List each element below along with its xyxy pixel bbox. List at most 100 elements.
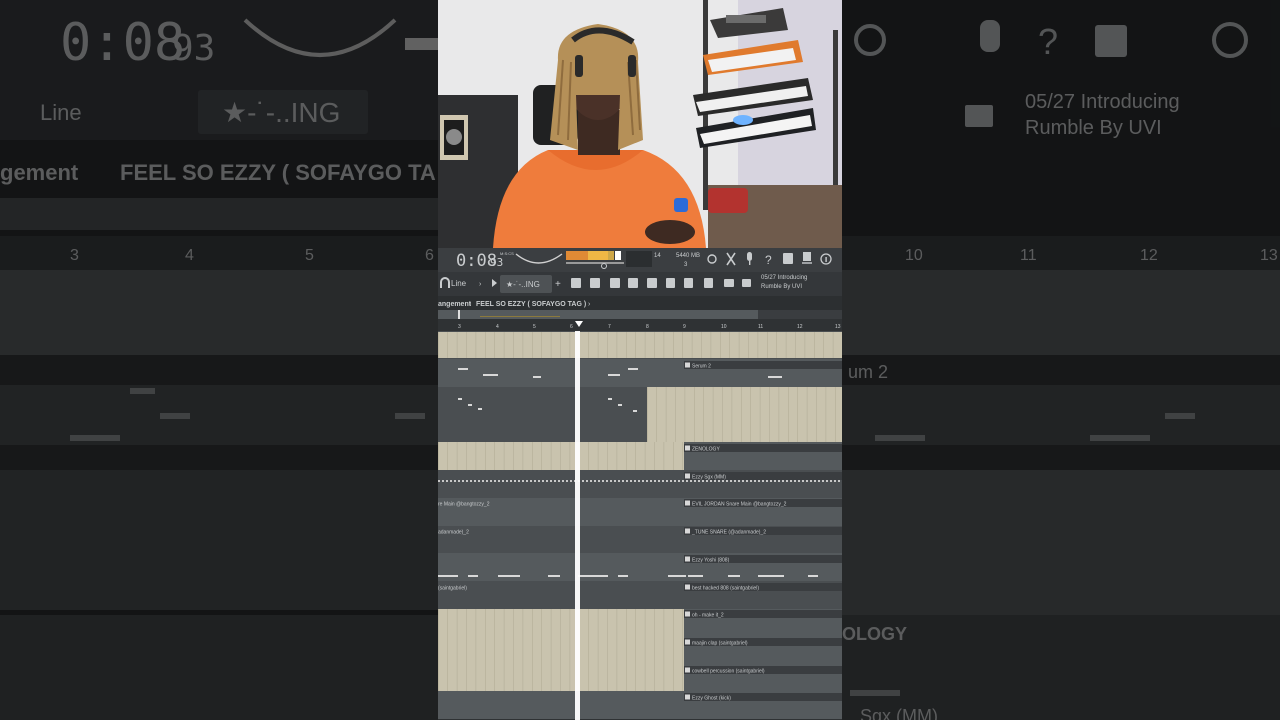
playlist-tracks: Serum 2 ZENOLOGY Ezzy Sgx (MM) EVIL JORDAN … (438, 331, 842, 719)
clip-name: maajin clap (saintgabriel) (692, 641, 748, 647)
note[interactable] (498, 575, 520, 577)
browser-icon[interactable] (647, 278, 657, 288)
snap-icon[interactable] (724, 279, 734, 287)
note[interactable] (483, 374, 498, 376)
bar-number: 5 (533, 324, 536, 330)
bg-track-1: um 2 (848, 362, 888, 382)
clip-menu-icon[interactable] (685, 528, 690, 534)
bar-number: 13 (835, 324, 841, 330)
bg-news-2: Rumble By UVI (1025, 117, 1162, 139)
breadcrumb-section[interactable]: angement (438, 301, 472, 308)
note[interactable] (728, 575, 740, 577)
note[interactable] (608, 374, 620, 376)
piano-roll-icon[interactable] (590, 278, 600, 288)
playhead[interactable] (575, 331, 580, 720)
clip-name: oh - make it_2 (692, 613, 724, 619)
daw-window: 0:08 93 M:S:CS 14 5440 MB 3 ? Line › ★-˙… (438, 248, 842, 720)
note[interactable] (458, 368, 468, 370)
clip-name: Ezzy Ghost (kick) (692, 696, 731, 702)
clip-name: _TUNE SNARE (@adanmade)_2 (691, 530, 766, 536)
clip-name-fragment: (saintgabriel) (438, 586, 467, 592)
bar-number: 8 (646, 324, 649, 330)
bg-snap: Line (40, 100, 82, 125)
note[interactable] (618, 404, 622, 406)
save-icon[interactable] (783, 253, 793, 264)
note[interactable] (608, 398, 612, 400)
bg-track-2: OLOGY (842, 624, 907, 644)
note[interactable] (548, 575, 560, 577)
time-format: M:S:CS (500, 251, 514, 256)
bg-breadcrumb: gement (0, 160, 79, 185)
note[interactable] (578, 575, 608, 577)
channel-rack-icon[interactable] (610, 278, 620, 288)
short-video: 0:08 93 M:S:CS 14 5440 MB 3 ? Line › ★-˙… (438, 0, 842, 720)
note[interactable] (458, 398, 462, 400)
clip-menu-icon[interactable] (685, 667, 690, 673)
audio-clip[interactable] (438, 442, 684, 470)
add-pattern-button[interactable]: + (555, 279, 561, 290)
bar-number: 11 (758, 324, 763, 330)
audio-clip[interactable] (647, 387, 842, 442)
cpu-meter: 14 (654, 253, 661, 259)
note[interactable] (438, 575, 458, 577)
pattern-name: ★-˙-..ING (506, 280, 540, 289)
mic-record-icon[interactable] (684, 278, 693, 288)
clip-name-fragment: adanmade)_2 (438, 530, 469, 536)
time-centiseconds: 93 (490, 256, 503, 269)
clip-name: Ezzy Sgx (MM) (692, 475, 726, 481)
bg-time: 0:08 (60, 13, 185, 73)
note[interactable] (468, 575, 478, 577)
note[interactable] (478, 408, 482, 410)
clip-menu-icon[interactable] (685, 639, 690, 645)
note[interactable] (768, 376, 782, 378)
news-line-2[interactable]: Rumble By UVI (761, 284, 802, 290)
audio-clip[interactable] (438, 609, 684, 691)
note[interactable] (628, 368, 638, 370)
clip-menu-icon[interactable] (685, 473, 690, 479)
project-title: FEEL SO EZZY ( SOFAYGO TAG ) (476, 301, 586, 308)
bar-number: 3 (458, 324, 461, 330)
clip-menu-icon[interactable] (685, 500, 690, 506)
note[interactable] (468, 404, 472, 406)
snap-mode-select[interactable]: Line (451, 279, 467, 288)
note[interactable] (668, 575, 686, 577)
svg-text:12: 12 (1140, 247, 1158, 264)
clip-menu-icon[interactable] (685, 556, 690, 562)
note[interactable] (633, 410, 637, 412)
plugin-database-icon[interactable] (666, 278, 675, 288)
screenshot: 0:08 93 Line ★-˙-..ING gement FEEL SO EZ… (0, 0, 1280, 720)
clip-name: Serum 2 (692, 364, 711, 370)
clip-name: EVIL JORDAN Snare Main @bangtozzy_2 (692, 502, 787, 508)
clip-name: ZENOLOGY (692, 447, 720, 453)
bg-track-3: Sgx (MM) (860, 706, 938, 720)
news-line-1[interactable]: 05/27 Introducing (761, 275, 807, 281)
metronome-icon[interactable] (704, 278, 713, 288)
cart-icon[interactable] (742, 279, 751, 287)
svg-text:10: 10 (905, 247, 923, 264)
clip-menu-icon[interactable] (685, 584, 690, 590)
playlist-icon[interactable] (571, 278, 581, 288)
svg-text:4: 4 (185, 247, 194, 264)
clip-menu-icon[interactable] (685, 611, 690, 617)
clip-menu-icon[interactable] (685, 362, 690, 368)
svg-text:11: 11 (1020, 247, 1037, 264)
note[interactable] (688, 575, 703, 577)
help-icon[interactable]: ? (765, 253, 772, 267)
note[interactable] (533, 376, 541, 378)
mixer-icon[interactable] (628, 278, 638, 288)
note[interactable] (618, 575, 628, 577)
svg-text:3: 3 (70, 247, 79, 264)
bg-news-1: 05/27 Introducing (1025, 91, 1180, 113)
clip-menu-icon[interactable] (685, 445, 690, 451)
clip-name: cowbell percussion (saintgabriel) (692, 669, 765, 675)
audio-clip[interactable] (438, 332, 842, 358)
note[interactable] (758, 575, 784, 577)
svg-text:13: 13 (1260, 247, 1278, 264)
bg-time-frac: 93 (172, 28, 215, 69)
scrollbar-thumb[interactable] (438, 310, 758, 319)
note[interactable] (808, 575, 818, 577)
clip-menu-icon[interactable] (685, 694, 690, 700)
svg-text:?: ? (765, 253, 772, 267)
bar-number: 7 (608, 324, 611, 330)
memory-meter: 5440 MB (676, 253, 700, 259)
